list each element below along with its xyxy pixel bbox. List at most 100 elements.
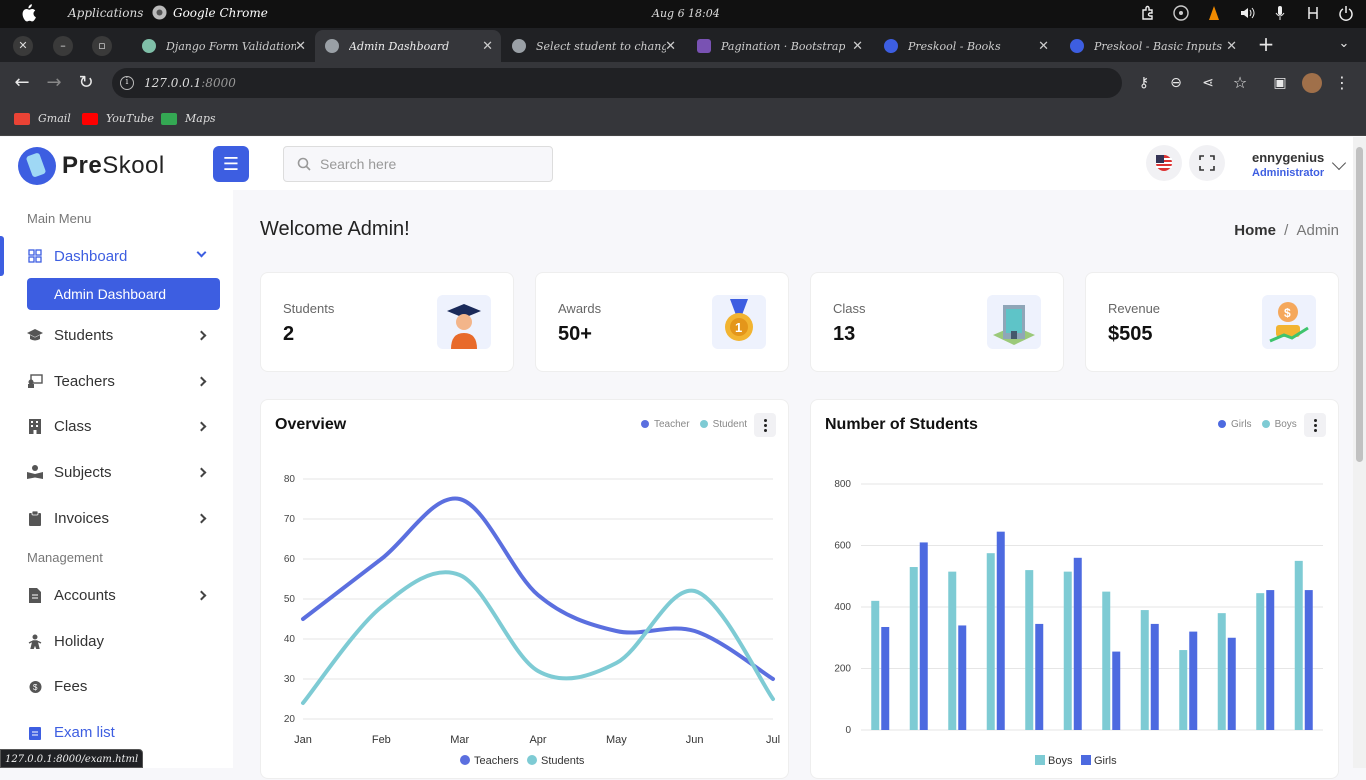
vlc-icon[interactable] [1206, 5, 1222, 21]
forward-icon[interactable]: → [44, 73, 64, 93]
extensions-icon[interactable] [1140, 5, 1156, 21]
active-app-label[interactable]: Google Chrome [152, 5, 268, 20]
sidebar-item-accounts[interactable]: Accounts [0, 575, 233, 615]
tab-search-chevron-icon[interactable]: ⌄ [1334, 34, 1354, 54]
chrome-menu-icon[interactable]: ⋮ [1332, 73, 1352, 93]
breadcrumb: Home / Admin [1234, 222, 1339, 239]
window-minimize-icon[interactable]: – [53, 36, 73, 56]
sidebar-item-exam-list[interactable]: Exam list [0, 712, 233, 752]
clock[interactable]: Aug 6 18:04 [652, 7, 720, 20]
close-tab-icon[interactable]: ✕ [852, 39, 863, 54]
sidebar-item-dashboard[interactable]: Dashboard [0, 236, 233, 276]
bar-girls [1035, 623, 1044, 730]
window-maximize-icon[interactable]: ▫ [92, 36, 112, 56]
bookmark-star-icon[interactable]: ☆ [1230, 73, 1250, 93]
user-role: Administrator [1252, 167, 1325, 179]
preskool-logo[interactable]: PreSkool [18, 147, 165, 185]
window-close-icon[interactable]: ✕ [13, 36, 33, 56]
students-chart-card: Number of Students Girls Boys 0 200 400 600… [810, 399, 1339, 779]
sidebar-item-fees[interactable]: $ Fees [0, 666, 233, 706]
fullscreen-button[interactable] [1189, 145, 1225, 181]
url-port: :8000 [201, 76, 236, 90]
breadcrumb-home[interactable]: Home [1234, 222, 1276, 239]
close-tab-icon[interactable]: ✕ [295, 39, 306, 54]
user-menu[interactable]: ennygenius Administrator [1252, 150, 1347, 179]
stat-value: 2 [283, 323, 295, 345]
back-icon[interactable]: ← [12, 73, 32, 93]
zoom-icon[interactable]: ⊖ [1166, 73, 1186, 93]
volume-icon[interactable] [1239, 5, 1255, 21]
reload-icon[interactable]: ↻ [76, 73, 96, 93]
stat-card-students[interactable]: Students 2 [260, 272, 514, 372]
os-top-bar: Applications Google Chrome Aug 6 18:04 [0, 0, 1366, 28]
close-tab-icon[interactable]: ✕ [1038, 39, 1049, 54]
profile-avatar[interactable] [1302, 73, 1322, 93]
sidebar-subitem-admin-dashboard[interactable]: Admin Dashboard [27, 278, 220, 310]
x-tick-label: Jan [294, 734, 312, 746]
sidebar-item-label: Teachers [54, 372, 115, 390]
sidebar-section-title: Management [27, 550, 103, 565]
browser-tab[interactable]: Django Form Validation C ✕ [132, 30, 314, 62]
browser-tab[interactable]: Select student to change |✕ [502, 30, 684, 62]
stat-card-class[interactable]: Class 13 [810, 272, 1064, 372]
bar-girls [919, 542, 928, 730]
bar-boys [1256, 593, 1265, 730]
search-box[interactable] [283, 146, 553, 182]
sidebar-item-subjects[interactable]: Subjects [0, 452, 233, 492]
bookmark-label: YouTube [106, 112, 154, 125]
system-tray [1140, 5, 1354, 21]
stat-label: Awards [558, 301, 602, 316]
side-panel-icon[interactable]: ▣ [1270, 73, 1290, 93]
bookmarks-bar: Gmail YouTube Maps [0, 104, 1366, 136]
scrollbar-thumb[interactable] [1356, 147, 1363, 462]
browser-tab-active[interactable]: Admin Dashboard ✕ [315, 30, 501, 62]
address-bar[interactable]: i 127.0.0.1:8000 [112, 68, 1122, 98]
sidebar-item-invoices[interactable]: Invoices [0, 498, 233, 538]
tab-title: Preskool - Basic Inputs [1094, 39, 1223, 53]
stat-value: $505 [1108, 323, 1153, 345]
preskool-favicon-icon [1070, 39, 1084, 53]
site-info-icon[interactable]: i [120, 76, 134, 90]
key-icon[interactable]: ⚷ [1134, 73, 1154, 93]
browser-tab[interactable]: Preskool - Books ✕ [874, 30, 1057, 62]
bookmark-maps[interactable]: Maps [161, 112, 216, 125]
stat-card-awards[interactable]: Awards 50+ 1 [535, 272, 789, 372]
page-title: Welcome Admin! [260, 218, 410, 240]
y-tick-label: 40 [284, 634, 296, 645]
browser-tab[interactable]: Preskool - Basic Inputs ✕ [1060, 30, 1245, 62]
apple-icon[interactable] [20, 4, 36, 22]
microphone-icon[interactable] [1272, 5, 1288, 21]
bootstrap-icon [697, 39, 711, 53]
page-scrollbar[interactable] [1353, 137, 1366, 768]
sidebar-item-students[interactable]: Students [0, 315, 233, 355]
stat-card-revenue[interactable]: Revenue $505 $ [1085, 272, 1339, 372]
new-tab-icon[interactable]: + [1256, 34, 1276, 54]
close-tab-icon[interactable]: ✕ [1226, 39, 1237, 54]
youtube-icon [82, 112, 98, 125]
close-tab-icon[interactable]: ✕ [482, 39, 493, 54]
bookmark-label: Maps [185, 112, 216, 125]
sidebar-item-label: Invoices [54, 509, 110, 527]
chevron-down-icon [196, 247, 207, 258]
bookmark-youtube[interactable]: YouTube [82, 112, 154, 125]
legend-marker [1081, 755, 1091, 765]
bookmark-gmail[interactable]: Gmail [14, 112, 71, 125]
hamburger-menu-icon[interactable]: ☰ [213, 146, 249, 182]
share-icon[interactable]: ⋖ [1198, 73, 1218, 93]
graduate-student-icon [437, 295, 491, 349]
stat-value: 13 [833, 323, 856, 345]
accessibility-icon[interactable] [1305, 5, 1321, 21]
search-input[interactable] [320, 147, 540, 181]
sidebar-item-teachers[interactable]: Teachers [0, 361, 233, 401]
language-flag-button[interactable] [1146, 145, 1182, 181]
obs-icon[interactable] [1173, 5, 1189, 21]
close-tab-icon[interactable]: ✕ [665, 39, 676, 54]
sidebar-item-label: Students [54, 326, 114, 344]
browser-tab[interactable]: Pagination · Bootstrap ✕ [687, 30, 871, 62]
power-icon[interactable] [1338, 5, 1354, 21]
logo-text-pre: Pre [62, 152, 103, 179]
y-tick-label: 70 [284, 514, 296, 525]
sidebar-item-class[interactable]: Class [0, 406, 233, 446]
sidebar-item-holiday[interactable]: Holiday [0, 621, 233, 661]
applications-menu[interactable]: Applications [68, 6, 143, 20]
